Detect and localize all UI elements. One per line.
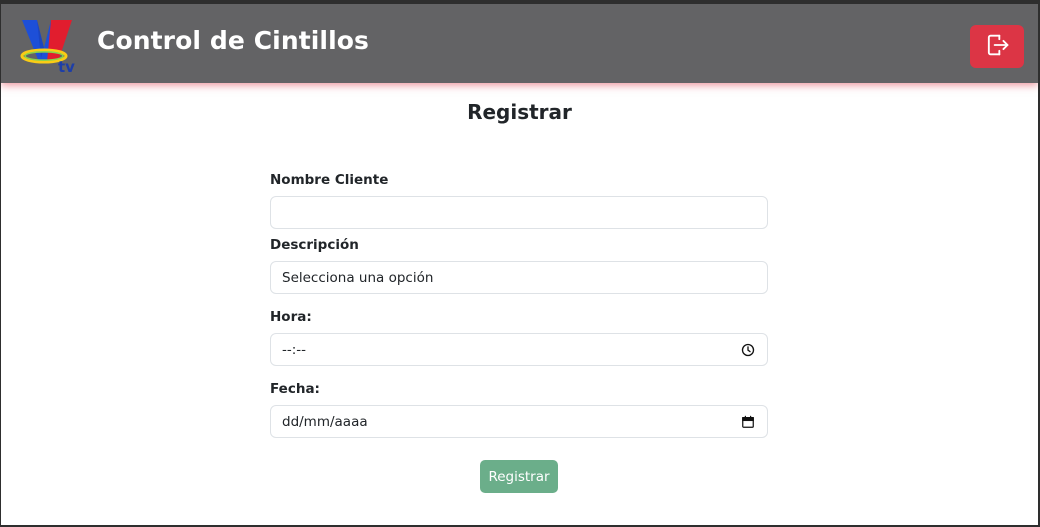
cliente-text-input[interactable] (282, 197, 755, 228)
app-window: tv Control de Cintillos Registrar Nombre… (1, 4, 1038, 525)
field-group-hora: Hora: --:-- (270, 308, 768, 380)
cliente-input[interactable] (270, 196, 768, 229)
top-navbar: tv Control de Cintillos (1, 4, 1038, 83)
hora-label: Hora: (270, 309, 312, 325)
field-group-cliente: Nombre Cliente (270, 164, 768, 236)
fecha-value: dd/mm/aaaa (282, 413, 368, 430)
descripcion-selected-value: Selecciona una opción (282, 269, 434, 286)
logout-icon (983, 31, 1011, 62)
calendar-icon[interactable] (741, 415, 755, 429)
register-form: Nombre Cliente Descripción Selecciona un… (270, 164, 768, 452)
field-group-descripcion: Descripción Selecciona una opción (270, 236, 768, 308)
app-title: Control de Cintillos (97, 26, 370, 55)
descripcion-label: Descripción (270, 237, 359, 253)
submit-button[interactable]: Registrar (480, 460, 558, 493)
clock-icon[interactable] (741, 343, 755, 357)
field-group-fecha: Fecha: dd/mm/aaaa (270, 380, 768, 452)
hora-input[interactable]: --:-- (270, 333, 768, 366)
cliente-label: Nombre Cliente (270, 172, 389, 188)
fecha-input[interactable]: dd/mm/aaaa (270, 405, 768, 438)
hora-value: --:-- (282, 341, 307, 358)
brand-logo: tv (20, 18, 78, 76)
svg-text:tv: tv (58, 58, 75, 74)
logout-button[interactable] (970, 25, 1024, 68)
fecha-label: Fecha: (270, 381, 320, 397)
form-title: Registrar (467, 100, 572, 124)
descripcion-select[interactable]: Selecciona una opción (270, 261, 768, 294)
